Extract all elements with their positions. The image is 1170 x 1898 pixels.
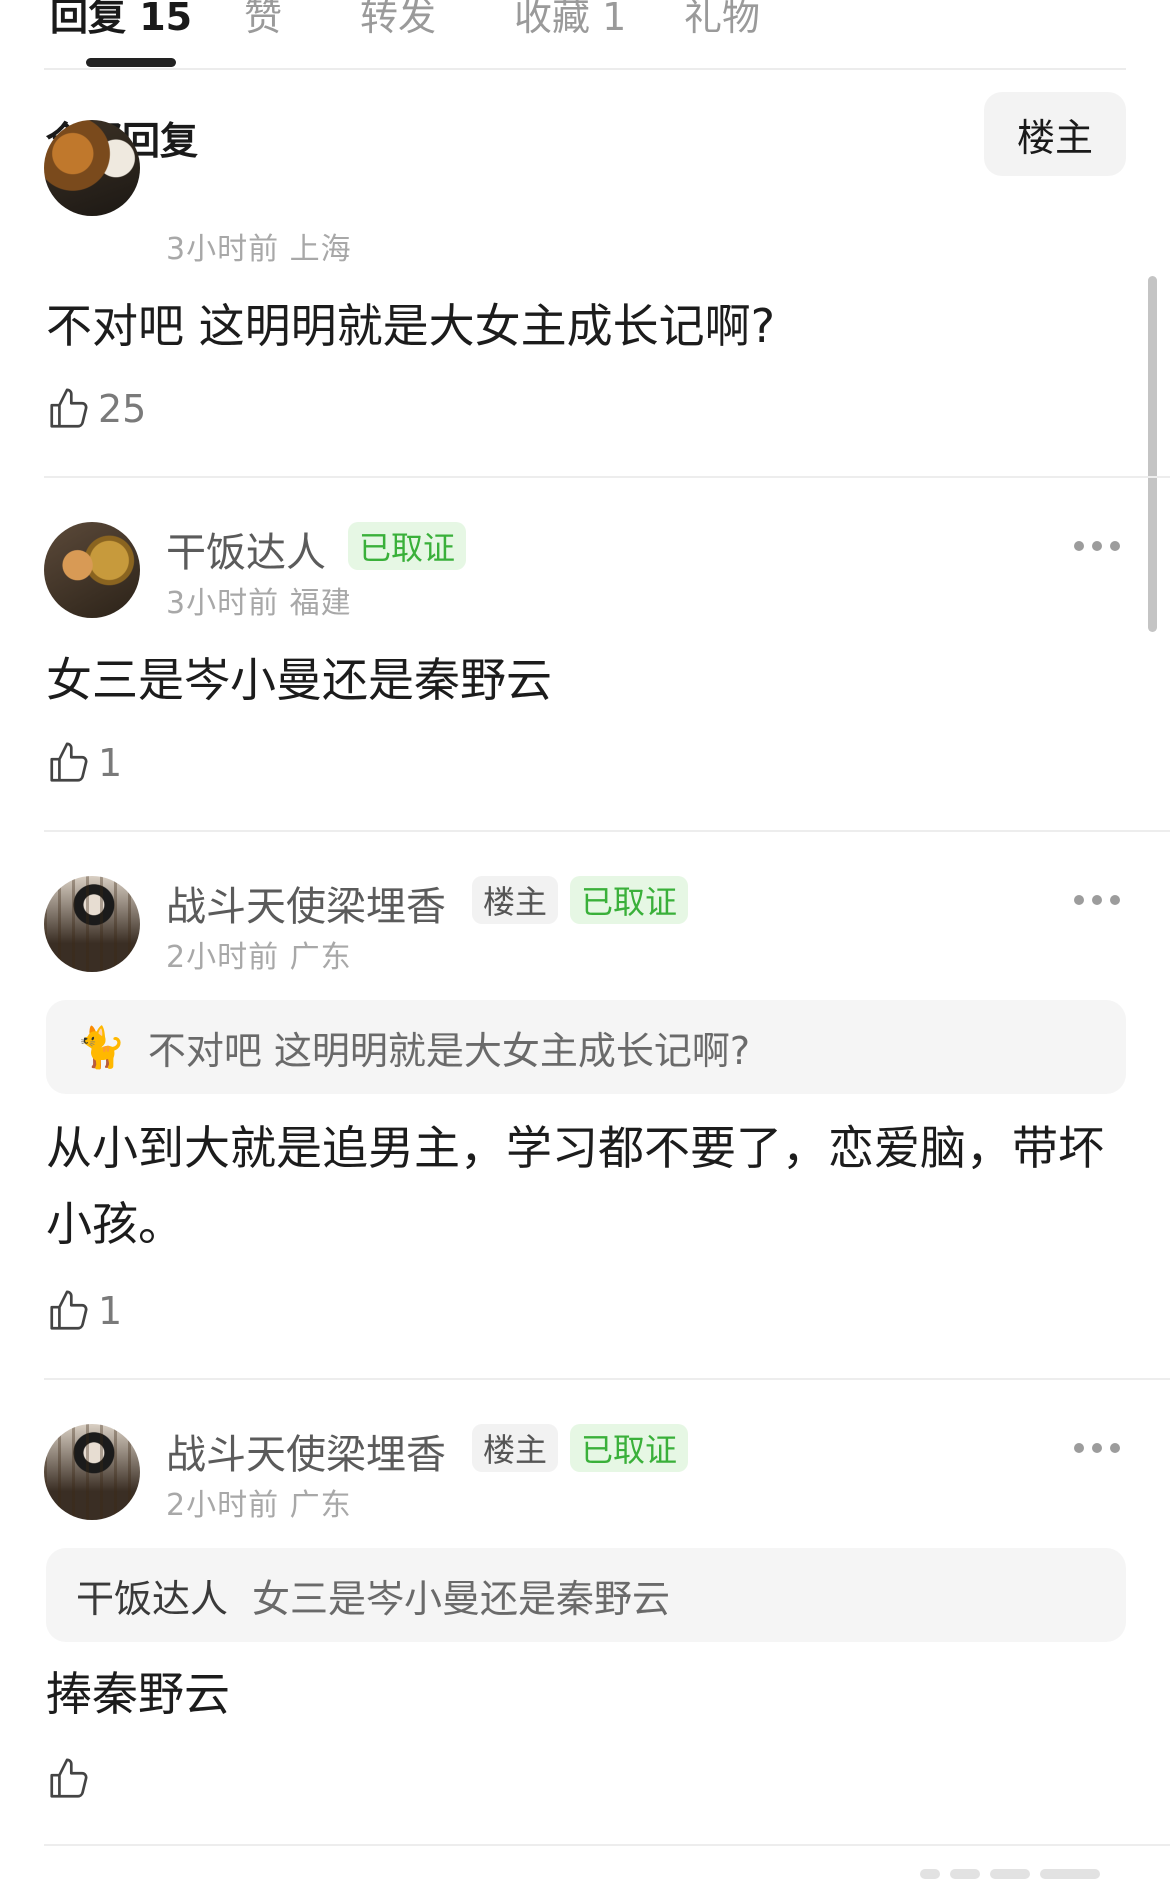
more-dots-icon[interactable] bbox=[1074, 892, 1122, 908]
comment-text: 不对吧 这明明就是大女主成长记啊? bbox=[46, 299, 776, 353]
thumbs-up-icon bbox=[50, 1758, 88, 1798]
tab-likes[interactable]: 赞 bbox=[244, 0, 282, 41]
quoted-text: 女三是岑小曼还是秦野云 bbox=[252, 1576, 671, 1621]
thumbs-up-icon bbox=[50, 388, 88, 428]
like-button[interactable] bbox=[46, 1754, 98, 1804]
scrollbar[interactable] bbox=[1148, 276, 1157, 632]
comment-divider bbox=[44, 1378, 1170, 1380]
comment-meta: 3小时前 上海 bbox=[166, 232, 352, 267]
tab-reposts[interactable]: 转发 bbox=[360, 0, 436, 41]
comment-meta: 3小时前 福建 bbox=[166, 586, 352, 621]
op-badge: 楼主 bbox=[472, 1424, 558, 1472]
active-tab-indicator bbox=[86, 58, 176, 67]
quoted-reply[interactable]: 🐈 不对吧 这明明就是大女主成长记啊? bbox=[46, 1000, 1126, 1094]
more-dots-icon[interactable] bbox=[1074, 1440, 1122, 1456]
like-button[interactable]: 25 bbox=[46, 384, 146, 434]
verified-badge: 已取证 bbox=[570, 876, 688, 924]
quoted-text: 不对吧 这明明就是大女主成长记啊? bbox=[147, 1028, 751, 1073]
comment-meta: 2小时前 广东 bbox=[166, 940, 352, 975]
comment-divider bbox=[44, 476, 1170, 478]
comment-text: 从小到大就是追男主，学习都不要了，恋爱脑，带坏小孩。 bbox=[46, 1121, 1104, 1251]
avatar[interactable] bbox=[44, 1424, 140, 1520]
tab-replies[interactable]: 回复 15 bbox=[50, 0, 192, 41]
like-button[interactable]: 1 bbox=[46, 1286, 122, 1336]
like-count: 25 bbox=[98, 387, 147, 431]
more-dots-icon[interactable] bbox=[1074, 538, 1122, 554]
cat-emoji-icon: 🐈 bbox=[76, 1024, 126, 1071]
thumbs-up-icon bbox=[50, 742, 88, 782]
op-badge: 楼主 bbox=[472, 876, 558, 924]
quoted-author: 干饭达人 bbox=[76, 1576, 229, 1621]
avatar[interactable] bbox=[44, 120, 140, 216]
username[interactable]: 干饭达人 bbox=[166, 520, 326, 578]
comment-divider bbox=[44, 1844, 1170, 1846]
avatar[interactable] bbox=[44, 522, 140, 618]
verified-badge: 已取证 bbox=[348, 522, 466, 570]
replies-header: 全部回复 楼主 bbox=[0, 92, 1170, 182]
tab-divider bbox=[44, 68, 1126, 70]
tab-gifts[interactable]: 礼物 bbox=[684, 0, 760, 41]
like-button[interactable]: 1 bbox=[46, 738, 122, 788]
avatar[interactable] bbox=[44, 876, 140, 972]
op-only-filter-button[interactable]: 楼主 bbox=[984, 92, 1126, 176]
username[interactable]: 战斗天使梁埋香 bbox=[166, 1422, 446, 1480]
thumbs-up-icon bbox=[50, 1290, 88, 1330]
comment-text: 女三是岑小曼还是秦野云 bbox=[46, 653, 552, 707]
tab-favorites[interactable]: 收藏 1 bbox=[514, 0, 626, 41]
comment-divider bbox=[44, 830, 1170, 832]
tab-bar: 回复 15 赞 转发 收藏 1 礼物 bbox=[0, 0, 1170, 70]
comment-text: 捧秦野云 bbox=[46, 1667, 230, 1721]
like-count: 1 bbox=[98, 741, 123, 785]
username[interactable]: 战斗天使梁埋香 bbox=[166, 874, 446, 932]
like-count: 1 bbox=[98, 1289, 123, 1333]
comment-meta: 2小时前 广东 bbox=[166, 1488, 352, 1523]
verified-badge: 已取证 bbox=[570, 1424, 688, 1472]
quoted-reply[interactable]: 干饭达人 女三是岑小曼还是秦野云 bbox=[46, 1548, 1126, 1642]
home-indicator bbox=[920, 1864, 1150, 1884]
